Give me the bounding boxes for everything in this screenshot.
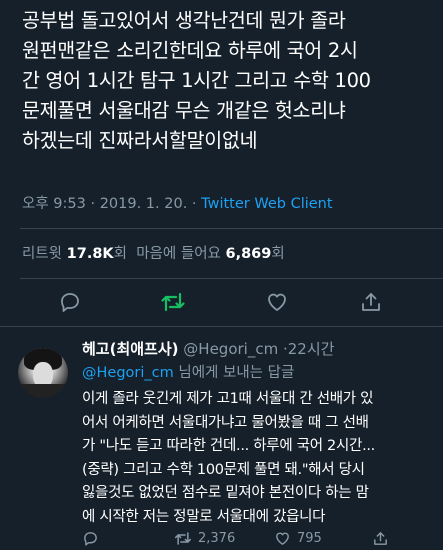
reply-retweet-button[interactable]: 2,376 <box>174 530 235 547</box>
reply-time[interactable]: 22시간 <box>288 340 335 358</box>
avatar[interactable] <box>18 348 68 398</box>
reply-icon <box>84 532 97 546</box>
like-stat[interactable]: 마음에 들어요 6,869회 <box>136 246 284 262</box>
replying-to-suffix: 님에게 보내는 답글 <box>178 365 295 381</box>
retweet-stat[interactable]: 리트윗 17.8K회 <box>22 246 127 262</box>
heart-icon <box>276 532 289 545</box>
replying-to-handle[interactable]: @Hegori_cm <box>82 365 174 381</box>
reply-author-name[interactable]: 헤고(최애프사) <box>82 340 179 358</box>
reply-action-bar: 2,376 795 <box>82 530 437 550</box>
tweet-time[interactable]: 오후 9:53 <box>22 196 86 212</box>
reply-reply-button[interactable] <box>82 530 99 547</box>
meta-separator: · <box>191 196 197 212</box>
reply-button[interactable] <box>55 288 85 316</box>
tweet-text: 공부법 돌고있어서 생각난건데 뭔가 졸라 원펀맨같은 소리긴한데요 하루에 국… <box>22 9 371 152</box>
reply-like-button[interactable]: 795 <box>274 530 322 547</box>
tweet-date[interactable]: 2019. 1. 20. <box>100 196 188 212</box>
like-button[interactable] <box>262 288 292 316</box>
reply-retweet-count: 2,376 <box>198 531 236 546</box>
like-label: 마음에 들어요 <box>136 246 221 262</box>
divider <box>20 228 443 229</box>
like-suffix: 회 <box>271 246 285 262</box>
retweet-icon <box>161 292 185 312</box>
retweet-suffix: 회 <box>113 246 127 262</box>
share-button[interactable] <box>356 288 386 316</box>
replying-to: @Hegori_cm 님에게 보내는 답글 <box>82 361 294 382</box>
retweet-button[interactable] <box>158 288 188 316</box>
client-link[interactable]: Twitter Web Client <box>201 196 332 212</box>
like-count: 6,869 <box>225 246 272 262</box>
meta-separator: · <box>90 196 96 212</box>
divider <box>20 278 443 279</box>
heart-icon <box>268 293 286 311</box>
share-icon <box>362 293 380 311</box>
reply-icon <box>61 293 79 312</box>
retweet-label: 리트윗 <box>22 246 63 262</box>
reply-text: 이게 졸라 웃긴게 제가 고1때 서울대 간 선배가 있 어서 어케하면 서울대… <box>82 391 375 525</box>
retweet-icon <box>174 532 192 545</box>
reply-share-button[interactable] <box>372 530 389 547</box>
reply-author-handle[interactable]: @Hegori_cm <box>183 340 278 358</box>
reply-header: 헤고(최애프사) @Hegori_cm ·22시간 <box>82 338 334 359</box>
divider <box>0 326 443 327</box>
tweet-stats: 리트윗 17.8K회 마음에 들어요 6,869회 <box>22 242 285 263</box>
reply-like-count: 795 <box>297 531 322 546</box>
retweet-count: 17.8K <box>66 246 114 262</box>
tweet-timestamp: 오후 9:53 · 2019. 1. 20. · Twitter Web Cli… <box>22 192 333 213</box>
share-icon <box>374 532 387 545</box>
tweet-action-bar <box>0 282 443 322</box>
